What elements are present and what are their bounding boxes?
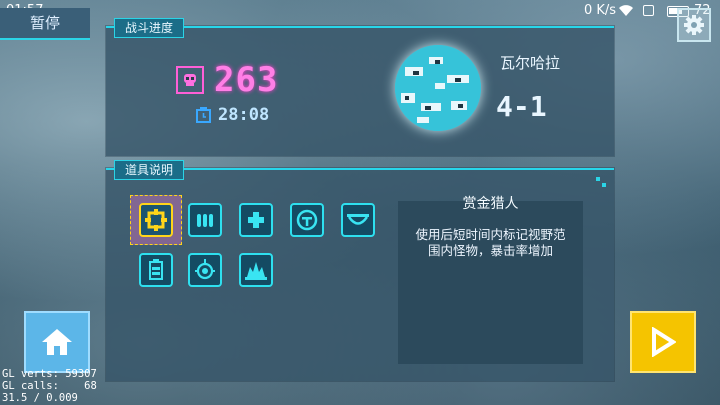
planet-image xyxy=(395,45,481,131)
wifi-icon xyxy=(619,5,633,16)
item-ammo[interactable] xyxy=(188,203,222,237)
battery-icon xyxy=(149,259,163,280)
item-battery[interactable] xyxy=(139,253,173,287)
item-blast[interactable] xyxy=(239,253,273,287)
health-cross-icon xyxy=(248,212,264,228)
item-info-title: 道具说明 xyxy=(114,160,185,180)
corner-decoration-icon xyxy=(596,177,606,187)
pause-tab[interactable]: 暂停 xyxy=(0,8,90,40)
stage-label: 4-1 xyxy=(496,90,547,123)
radar-icon xyxy=(195,259,215,280)
item-crosshair[interactable] xyxy=(139,203,173,237)
item-bridge[interactable] xyxy=(341,203,375,237)
play-icon xyxy=(652,327,676,357)
home-button[interactable] xyxy=(24,311,90,373)
fps-readout: 31.5 / 0.009 xyxy=(2,392,78,404)
item-target[interactable] xyxy=(290,203,324,237)
status-bar: 01:57 0 K/s 72 xyxy=(0,0,720,22)
battle-progress-title: 战斗进度 xyxy=(114,18,185,38)
skull-score-icon xyxy=(176,66,204,94)
gl-verts: GL verts: 59307 xyxy=(2,368,97,380)
recent-apps-icon xyxy=(643,5,654,16)
clock-icon xyxy=(196,107,211,123)
target-icon xyxy=(296,209,318,231)
gl-calls: GL calls: 68 xyxy=(2,380,97,392)
debug-overlay: GL verts: 59307 GL calls: 68 31.5 / 0.00… xyxy=(2,368,97,404)
resume-button[interactable] xyxy=(630,311,696,373)
blast-icon xyxy=(245,262,267,280)
crosshair-icon xyxy=(145,209,167,231)
planet-name: 瓦尔哈拉 xyxy=(500,54,561,72)
item-health[interactable] xyxy=(239,203,273,237)
home-icon xyxy=(42,329,72,355)
gear-icon xyxy=(684,15,704,35)
item-radar[interactable] xyxy=(188,253,222,287)
bridge-icon xyxy=(347,214,369,225)
settings-button[interactable] xyxy=(677,8,711,42)
ammo-icon xyxy=(197,214,213,227)
score-value: 263 xyxy=(214,60,279,100)
elapsed-time: 28:08 xyxy=(218,105,270,125)
item-name: 赏金猎人 xyxy=(462,196,519,212)
item-description: 使用后短时间内标记视野范围内怪物，暴击率增加 xyxy=(415,227,566,258)
network-speed: 0 K/s xyxy=(584,3,617,18)
item-description-box: 使用后短时间内标记视野范围内怪物，暴击率增加 xyxy=(398,201,583,364)
